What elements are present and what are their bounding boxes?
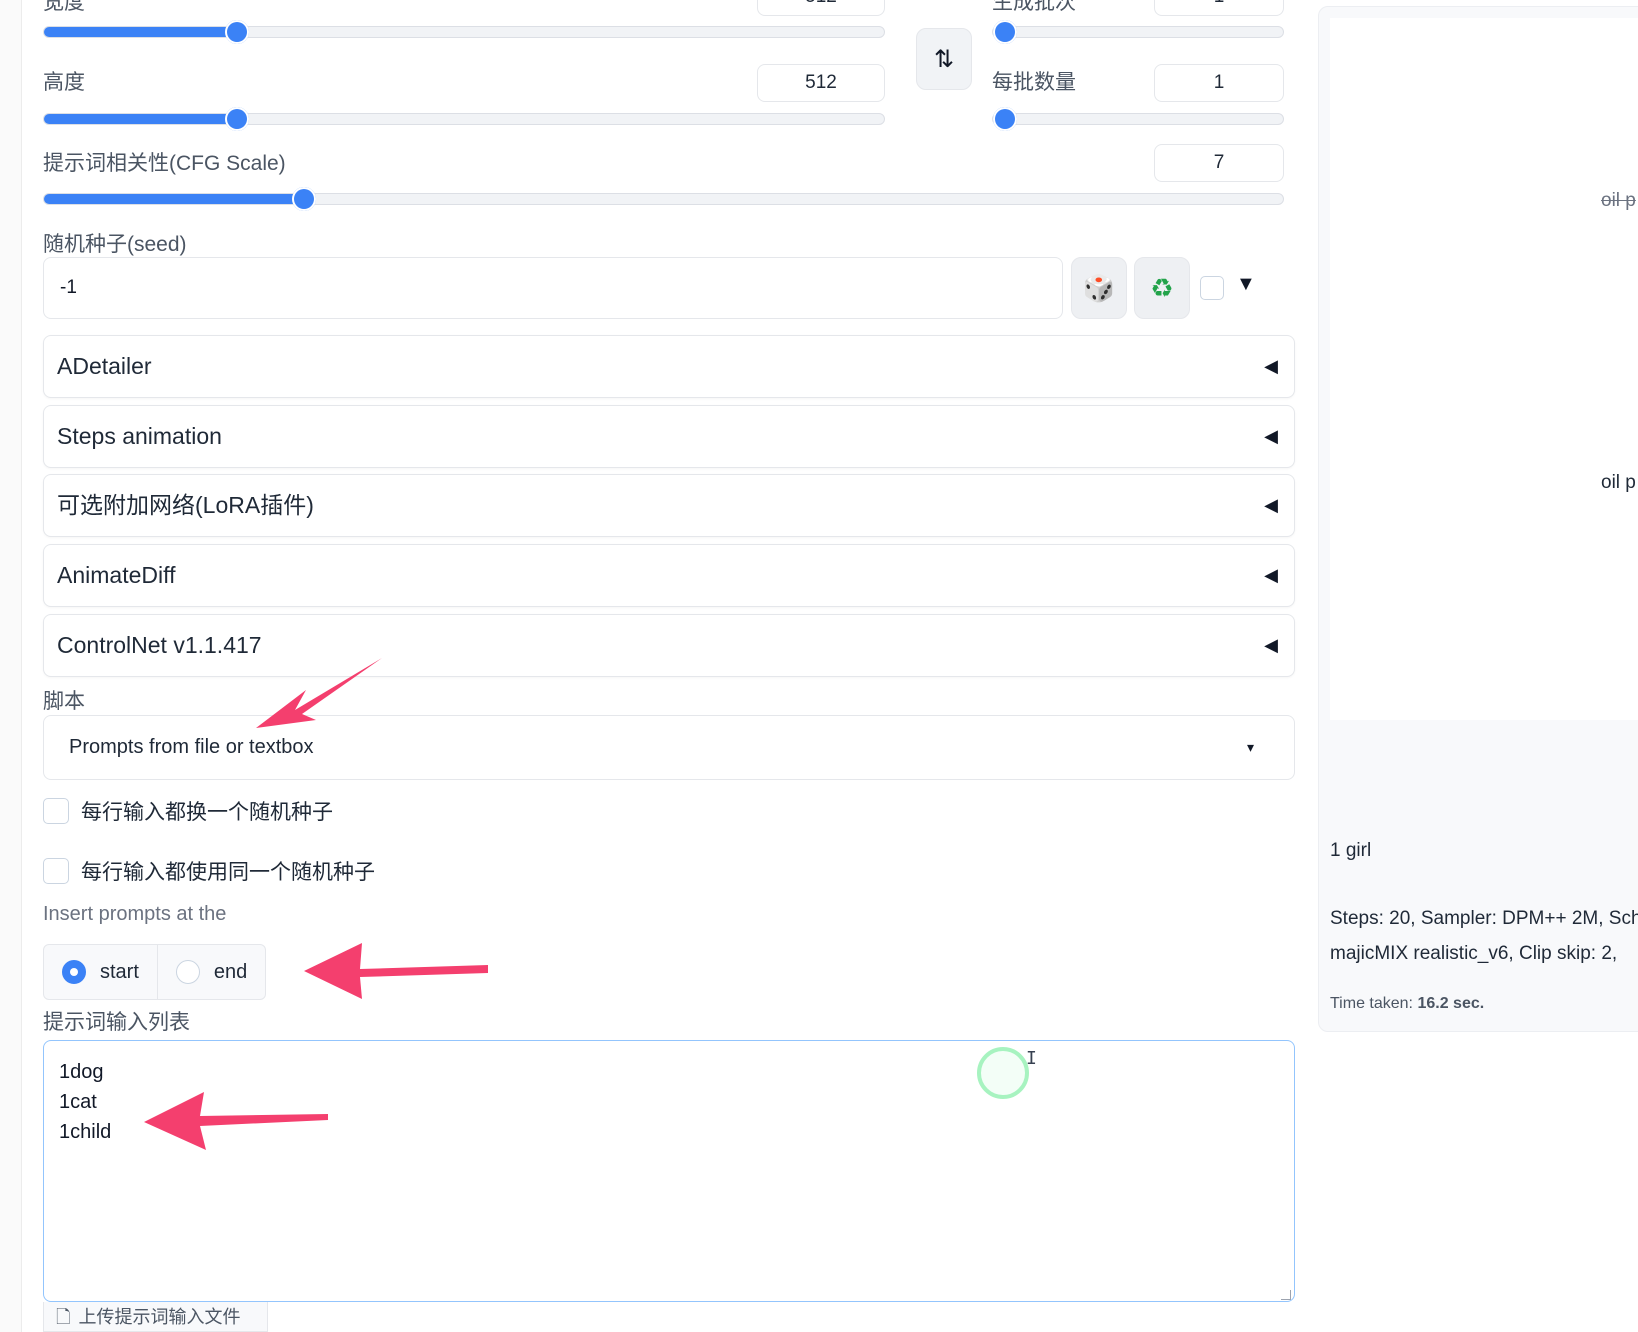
- collapse-caret-icon: ◀: [1264, 495, 1278, 515]
- height-input[interactable]: 512: [757, 64, 885, 102]
- accordion-title: AnimateDiff: [57, 562, 176, 588]
- height-label: 高度: [43, 71, 85, 94]
- batch-count-label: 生成批次: [992, 0, 1076, 14]
- time-taken-label: Time taken:: [1330, 995, 1413, 1012]
- radio-label: start: [100, 960, 139, 983]
- image-caption-mid: oil p: [1601, 472, 1636, 493]
- collapse-caret-icon: ◀: [1264, 635, 1278, 655]
- accordion-controlnet[interactable]: ControlNet v1.1.417 ◀: [43, 614, 1295, 677]
- height-slider[interactable]: [43, 107, 885, 131]
- annotation-arrow-script: [256, 658, 382, 728]
- extra-seed-checkbox[interactable]: [1200, 276, 1224, 300]
- random-seed-each-line-option[interactable]: 每行输入都换一个随机种子: [43, 797, 333, 825]
- radio-label: end: [213, 960, 248, 983]
- extra-seed-caret-icon[interactable]: ▼: [1236, 273, 1256, 296]
- prompt-list-label: 提示词输入列表: [43, 1011, 190, 1034]
- click-indicator: [977, 1047, 1029, 1099]
- swap-dimensions-button[interactable]: ⇅: [916, 28, 972, 90]
- accordion-title: ADetailer: [57, 353, 152, 379]
- batch-count-slider[interactable]: [992, 20, 1284, 44]
- recycle-icon: ♻: [1150, 272, 1174, 303]
- seed-input[interactable]: -1: [43, 257, 1063, 319]
- batch-count-slider-thumb[interactable]: [993, 20, 1017, 44]
- checkbox[interactable]: [43, 858, 69, 884]
- batch-count-input[interactable]: 1: [1154, 0, 1284, 16]
- cfg-scale-slider-fill: [44, 194, 305, 204]
- upload-label: 上传提示词输入文件: [78, 1307, 241, 1327]
- file-icon: 🗋: [56, 1307, 71, 1327]
- accordion-animatediff[interactable]: AnimateDiff ◀: [43, 544, 1295, 607]
- output-params-line2: majicMIX realistic_v6, Clip skip: 2,: [1330, 943, 1618, 964]
- radio-button[interactable]: [175, 960, 200, 984]
- dice-icon: 🎲: [1082, 272, 1116, 303]
- prompt-list-textarea[interactable]: 1dog 1cat 1child: [43, 1040, 1295, 1302]
- output-params-line1: Steps: 20, Sampler: DPM++ 2M, Sch: [1330, 908, 1638, 929]
- left-edge: [0, 0, 22, 1332]
- width-slider[interactable]: [43, 20, 885, 44]
- dropdown-arrow-icon: ▾: [1246, 739, 1254, 755]
- radio-button[interactable]: [62, 960, 86, 984]
- script-label: 脚本: [43, 690, 85, 713]
- time-taken-value: 16.2 sec.: [1417, 995, 1485, 1012]
- height-slider-thumb[interactable]: [225, 107, 250, 131]
- script-dropdown[interactable]: Prompts from file or textbox ▾: [43, 715, 1295, 780]
- resize-handle[interactable]: [1281, 1290, 1291, 1300]
- batch-size-input[interactable]: 1: [1154, 64, 1284, 102]
- annotation-arrow-prompts: [144, 1092, 328, 1150]
- accordion-lora[interactable]: 可选附加网络(LoRA插件) ◀: [43, 474, 1295, 537]
- cfg-scale-label: 提示词相关性(CFG Scale): [43, 152, 286, 175]
- radio-start[interactable]: start: [43, 944, 158, 1000]
- accordion-title: 可选附加网络(LoRA插件): [57, 492, 314, 518]
- checkbox[interactable]: [43, 798, 69, 824]
- upload-prompt-file-button[interactable]: 🗋 上传提示词输入文件: [43, 1302, 268, 1332]
- accordion-title: ControlNet v1.1.417: [57, 632, 262, 658]
- batch-size-label: 每批数量: [992, 71, 1076, 94]
- swap-icon: ⇅: [933, 45, 955, 73]
- reuse-seed-button[interactable]: ♻: [1134, 257, 1190, 319]
- accordion-adetailer[interactable]: ADetailer ◀: [43, 335, 1295, 398]
- time-taken: Time taken: 16.2 sec.: [1330, 995, 1484, 1013]
- collapse-caret-icon: ◀: [1264, 565, 1278, 585]
- radio-end[interactable]: end: [157, 944, 267, 1000]
- image-caption-top: oil p: [1601, 190, 1636, 211]
- cfg-scale-slider-thumb[interactable]: [292, 187, 317, 211]
- output-image[interactable]: [1330, 18, 1638, 720]
- option-label: 每行输入都换一个随机种子: [81, 801, 333, 824]
- batch-size-slider[interactable]: [992, 107, 1284, 131]
- width-label: 宽度: [43, 0, 85, 14]
- width-slider-thumb[interactable]: [225, 20, 250, 44]
- arrow-shape: [256, 658, 382, 728]
- cfg-scale-input[interactable]: 7: [1154, 144, 1284, 182]
- height-slider-fill: [44, 114, 238, 124]
- insert-position-label: Insert prompts at the: [43, 903, 227, 925]
- random-seed-button[interactable]: 🎲: [1071, 257, 1127, 319]
- arrow-shape: [144, 1092, 328, 1150]
- insert-position-radio-group: start end: [43, 944, 267, 1000]
- batch-size-slider-thumb[interactable]: [993, 107, 1017, 131]
- collapse-caret-icon: ◀: [1264, 356, 1278, 376]
- accordion-steps-animation[interactable]: Steps animation ◀: [43, 405, 1295, 468]
- collapse-caret-icon: ◀: [1264, 426, 1278, 446]
- width-slider-fill: [44, 27, 238, 37]
- annotation-arrow-insert: [304, 943, 488, 999]
- width-input[interactable]: 512: [757, 0, 885, 16]
- text-cursor-icon: I: [1026, 1048, 1037, 1069]
- accordion-title: Steps animation: [57, 423, 222, 449]
- cfg-scale-slider[interactable]: [43, 187, 1284, 211]
- arrow-shape: [304, 943, 488, 999]
- output-prompt-text: 1 girl: [1330, 840, 1372, 861]
- seed-label: 随机种子(seed): [43, 233, 187, 256]
- option-label: 每行输入都使用同一个随机种子: [81, 861, 375, 884]
- same-seed-each-line-option[interactable]: 每行输入都使用同一个随机种子: [43, 857, 375, 885]
